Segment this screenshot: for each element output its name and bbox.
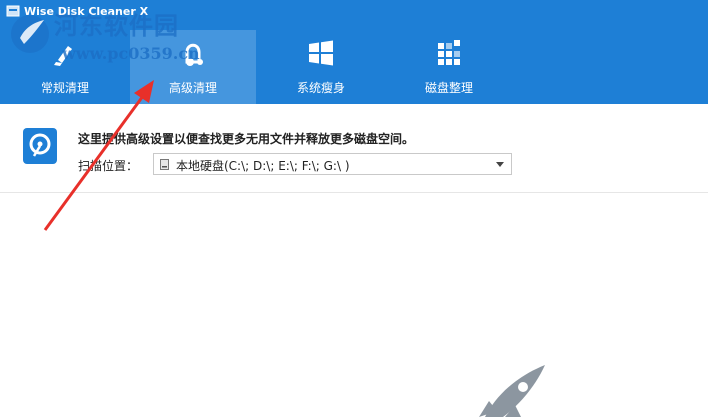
disk-info-icon: [23, 128, 57, 164]
tab-system-slim[interactable]: 系统瘦身: [258, 30, 384, 104]
advanced-clean-panel: 这里提供高级设置以便查找更多无用文件并释放更多磁盘空间。 扫描位置： 本地硬盘(…: [0, 104, 708, 417]
window-title: Wise Disk Cleaner X: [24, 4, 149, 18]
app-icon: [6, 5, 20, 17]
vacuum-cleaner-icon: [185, 43, 203, 66]
rocket-icon: [479, 365, 545, 417]
tab-advanced-clean[interactable]: 高级清理: [130, 30, 256, 104]
tab-label: 磁盘整理: [424, 81, 473, 95]
scan-location-dropdown[interactable]: 本地硬盘(C:\; D:\; E:\; F:\; G:\ ): [153, 153, 512, 175]
divider: [0, 192, 708, 193]
panel-description: 这里提供高级设置以便查找更多无用文件并释放更多磁盘空间。: [78, 132, 415, 146]
tab-label: 高级清理: [168, 81, 217, 95]
chevron-down-icon[interactable]: [496, 162, 504, 167]
windows-logo-icon: [309, 40, 333, 66]
tab-label: 系统瘦身: [296, 81, 345, 95]
tab-regular-clean[interactable]: 常规清理: [2, 30, 128, 104]
scan-location-label: 扫描位置：: [78, 159, 139, 173]
scan-location-value: 本地硬盘(C:\; D:\; E:\; F:\; G:\ ): [176, 159, 350, 173]
tab-disk-defrag[interactable]: 磁盘整理: [386, 30, 512, 104]
drive-icon: [160, 159, 169, 170]
tab-label: 常规清理: [40, 81, 89, 95]
broom-icon: [54, 46, 72, 66]
title-bar: Wise Disk Cleaner X: [6, 3, 148, 19]
defrag-blocks-icon: [438, 40, 460, 65]
top-bar: Wise Disk Cleaner X 常规清理 高级清理 系统瘦身 磁盘整理: [0, 0, 708, 104]
